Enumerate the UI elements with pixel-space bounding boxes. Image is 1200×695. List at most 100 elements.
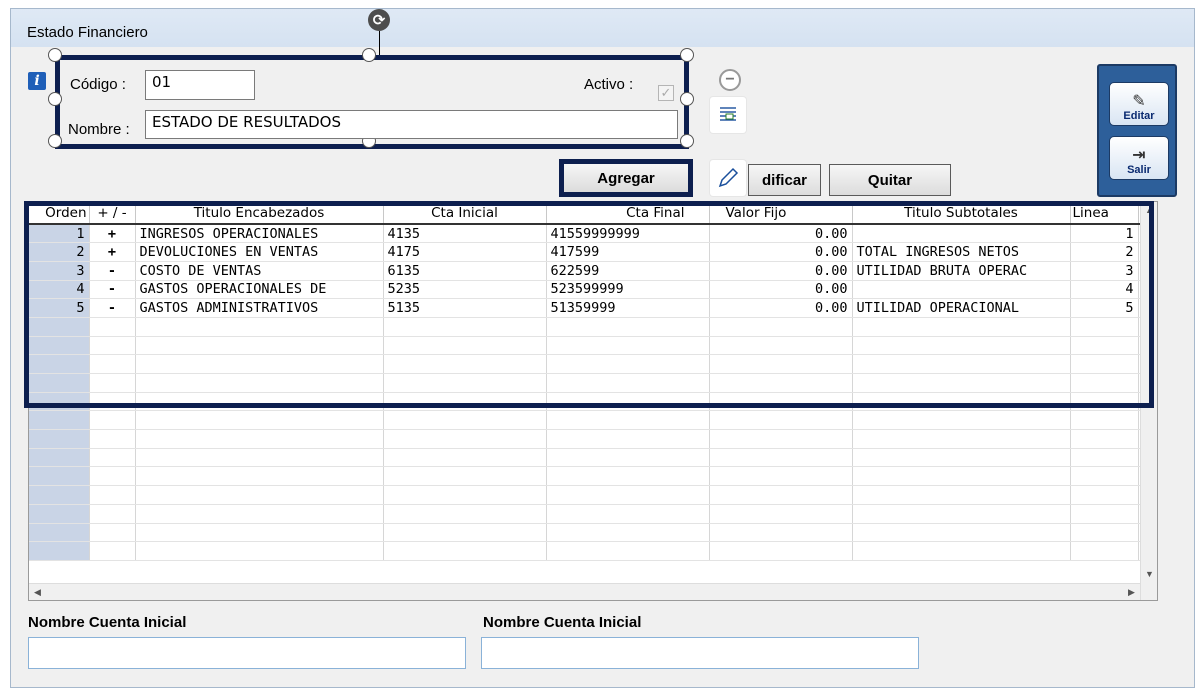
scroll-left-icon[interactable]: ◀ (29, 584, 46, 601)
cell-titulo[interactable] (135, 354, 384, 374)
cell-linea[interactable] (1070, 541, 1139, 561)
cell-cta-final[interactable]: 622599 (546, 261, 710, 281)
table-row[interactable]: 4- GASTOS OPERACIONALES DE 5235 523599999 0.… (29, 280, 1148, 300)
cell-linea[interactable] (1070, 485, 1139, 505)
col-valor-fijo[interactable]: Valor Fijo (709, 202, 853, 225)
table-row[interactable]: 2 + DEVOLUCIONES EN VENTAS 4175 417599 0.00 TO… (29, 242, 1148, 262)
cell-sign[interactable] (89, 541, 136, 561)
cell-subtotal[interactable] (852, 448, 1071, 468)
cell-subtotal[interactable] (852, 354, 1071, 374)
table-row[interactable]: 5- GASTOS ADMINISTRATIVOS 5135 51359999 0.00… (29, 298, 1148, 318)
nombre-cuenta-field-right[interactable] (481, 637, 919, 669)
resize-handle[interactable] (680, 48, 694, 62)
cell-cta-inicial[interactable] (383, 485, 547, 505)
cell-titulo[interactable] (135, 485, 384, 505)
cell-cta-final[interactable] (546, 336, 710, 356)
cell-cta-final[interactable] (546, 466, 710, 487)
cell-orden[interactable] (29, 317, 90, 337)
cell-sign[interactable] (89, 373, 136, 393)
cell-cta-inicial[interactable]: 5235 (383, 280, 547, 300)
resize-handle[interactable] (680, 92, 694, 106)
cell-valor-fijo[interactable] (709, 429, 853, 449)
cell-cta-inicial[interactable] (383, 392, 547, 412)
cell-subtotal[interactable] (852, 541, 1071, 561)
cell-cta-final[interactable] (546, 392, 710, 412)
resize-handle[interactable] (48, 92, 62, 106)
cell-linea[interactable] (1070, 504, 1139, 524)
rotate-icon[interactable]: ⟳ (368, 9, 390, 31)
cell-cta-inicial[interactable] (383, 541, 547, 561)
table-row[interactable]: 1 + INGRESOS OPERACIONALES 4135 41559999999 0… (29, 224, 1148, 244)
cell-orden[interactable] (29, 410, 90, 431)
cell-subtotal[interactable]: UTILIDAD OPERACIONAL (852, 298, 1071, 318)
cell-sign[interactable] (89, 392, 136, 412)
cell-valor-fijo[interactable] (709, 392, 853, 412)
col-titulo[interactable]: Titulo Encabezados (135, 202, 384, 225)
cell-cta-inicial[interactable] (383, 466, 547, 487)
horizontal-scrollbar[interactable]: ◀ ▶ (29, 583, 1140, 600)
cell-titulo[interactable] (135, 523, 384, 543)
cell-valor-fijo[interactable]: 0.00 (709, 261, 853, 281)
cell-linea[interactable] (1070, 410, 1139, 431)
cell-linea[interactable] (1070, 448, 1139, 468)
cell-valor-fijo[interactable]: 0.00 (709, 242, 853, 262)
salir-button[interactable]: ⇥ Salir (1109, 136, 1169, 180)
minus-circle-icon[interactable]: − (719, 69, 741, 91)
cell-cta-inicial[interactable] (383, 523, 547, 543)
cell-valor-fijo[interactable] (709, 317, 853, 337)
table-row[interactable] (29, 317, 1148, 337)
cell-cta-inicial[interactable] (383, 448, 547, 468)
cell-cta-inicial[interactable]: 5135 (383, 298, 547, 318)
cell-sign[interactable]: - (89, 280, 136, 300)
cell-linea[interactable] (1070, 317, 1139, 337)
cell-valor-fijo[interactable]: 0.00 (709, 224, 853, 244)
cell-sign[interactable]: - (89, 298, 136, 318)
cell-sign[interactable] (89, 317, 136, 337)
cell-orden[interactable]: 4 (29, 280, 90, 300)
cell-valor-fijo[interactable]: 0.00 (709, 298, 853, 318)
cell-cta-final[interactable] (546, 354, 710, 374)
cell-cta-inicial[interactable] (383, 336, 547, 356)
cell-orden[interactable] (29, 485, 90, 505)
cell-subtotal[interactable] (852, 429, 1071, 449)
cell-sign[interactable] (89, 448, 136, 468)
cell-sign[interactable]: + (89, 224, 136, 244)
cell-linea[interactable] (1070, 466, 1139, 487)
table-row[interactable]: 3- COSTO DE VENTAS 6135 622599 0.00 UTILIDAD … (29, 261, 1148, 281)
cell-valor-fijo[interactable] (709, 354, 853, 374)
cell-cta-final[interactable] (546, 504, 710, 524)
cell-subtotal[interactable] (852, 392, 1071, 412)
cell-cta-final[interactable] (546, 485, 710, 505)
cell-cta-inicial[interactable]: 4135 (383, 224, 547, 244)
col-sign[interactable]: + / - (89, 202, 136, 225)
cell-linea[interactable]: 5 (1070, 298, 1139, 318)
cell-cta-inicial[interactable]: 4175 (383, 242, 547, 262)
cell-orden[interactable] (29, 504, 90, 524)
cell-titulo[interactable] (135, 410, 384, 431)
cell-subtotal[interactable] (852, 317, 1071, 337)
pen-icon[interactable] (710, 160, 746, 196)
table-row[interactable] (29, 523, 1148, 543)
cell-sign[interactable]: + (89, 242, 136, 262)
table-row[interactable] (29, 504, 1148, 524)
agregar-button[interactable]: Agregar (559, 159, 693, 197)
cell-sign[interactable] (89, 429, 136, 449)
cell-cta-inicial[interactable]: 6135 (383, 261, 547, 281)
cell-cta-final[interactable]: 41559999999 (546, 224, 710, 244)
col-cta-final[interactable]: Cta Final (546, 202, 710, 225)
cell-titulo[interactable]: COSTO DE VENTAS (135, 261, 384, 281)
cell-sign[interactable] (89, 523, 136, 543)
quitar-button[interactable]: Quitar (829, 164, 951, 196)
cell-valor-fijo[interactable] (709, 523, 853, 543)
cell-titulo[interactable] (135, 373, 384, 393)
cell-orden[interactable] (29, 373, 90, 393)
cell-cta-inicial[interactable] (383, 429, 547, 449)
cell-subtotal[interactable] (852, 373, 1071, 393)
cell-valor-fijo[interactable]: 0.00 (709, 280, 853, 300)
cell-cta-inicial[interactable] (383, 354, 547, 374)
cell-orden[interactable] (29, 541, 90, 561)
cell-subtotal[interactable]: UTILIDAD BRUTA OPERAC (852, 261, 1071, 281)
cell-cta-final[interactable] (546, 410, 710, 431)
table-row[interactable] (29, 373, 1148, 393)
cell-cta-final[interactable]: 51359999 (546, 298, 710, 318)
